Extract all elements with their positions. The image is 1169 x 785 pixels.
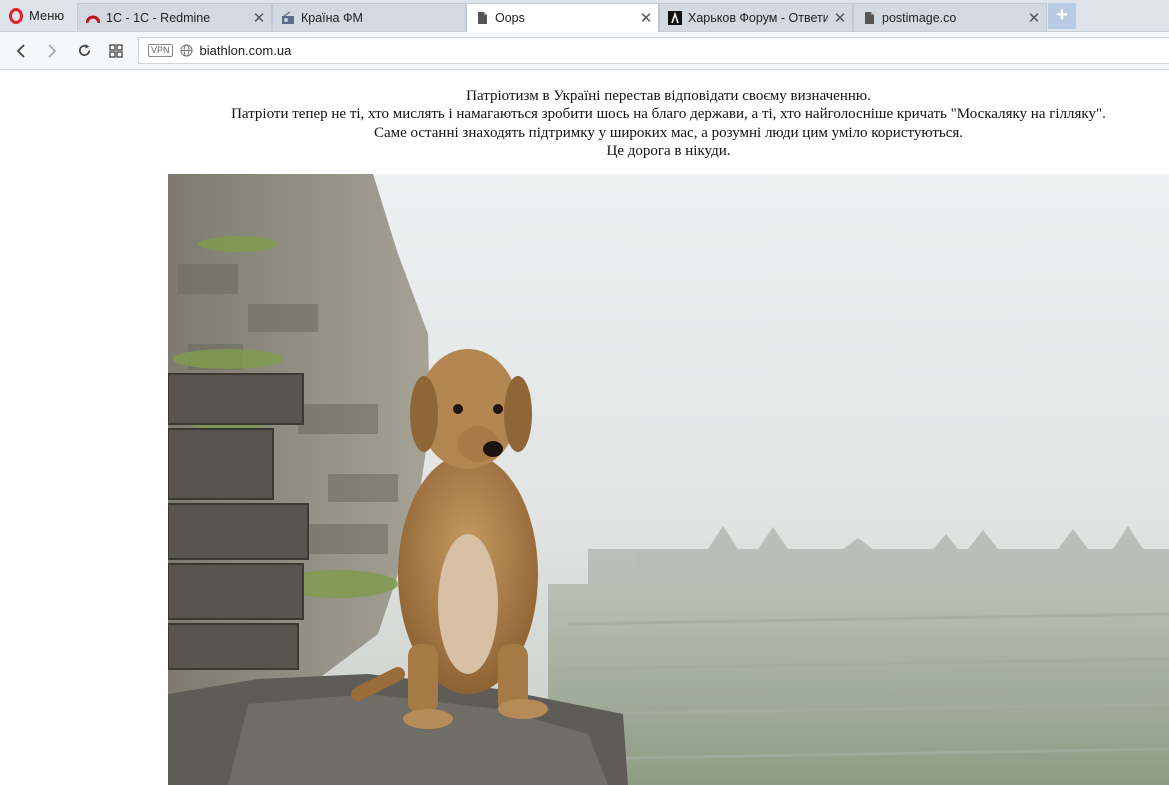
opera-logo-icon <box>9 7 23 24</box>
new-tab-button[interactable]: + <box>1048 3 1076 29</box>
dog-photo <box>168 174 1169 785</box>
menu-label: Меню <box>29 8 65 23</box>
tab-oops[interactable]: Oops ✕ <box>466 3 659 32</box>
tab-title: Харьков Форум - Ответит <box>688 10 828 25</box>
close-icon[interactable]: ✕ <box>828 9 852 27</box>
message-text: Патріотизм в Україні перестав відповідат… <box>168 87 1169 160</box>
forward-button[interactable] <box>37 32 67 69</box>
back-button[interactable] <box>6 32 36 69</box>
tab-title: postimage.co <box>882 10 957 25</box>
radio-icon <box>282 11 294 24</box>
close-icon[interactable]: ✕ <box>1022 9 1046 27</box>
dog-photo-illustration <box>168 174 1169 785</box>
tab-kraina-fm[interactable]: Країна ФМ <box>272 3 466 31</box>
vpn-badge[interactable]: VPN <box>148 44 173 57</box>
speed-dial-button[interactable] <box>101 32 131 69</box>
message-line: Саме останні знаходять підтримку у широк… <box>373 124 964 141</box>
page-icon <box>478 12 487 24</box>
message-line: Це дорога в нікуди. <box>606 142 731 159</box>
globe-icon[interactable] <box>179 44 193 57</box>
grid-icon <box>109 43 123 58</box>
reload-button[interactable] <box>69 32 99 69</box>
page-icon <box>865 11 874 24</box>
url-text[interactable]: biathlon.com.ua <box>200 43 292 58</box>
tab-title: 1С - 1С - Redmine <box>106 10 211 25</box>
tab-kharkov-forum[interactable]: Харьков Форум - Ответит ✕ <box>659 3 853 31</box>
tab-title: Країна ФМ <box>301 10 363 25</box>
chevron-right-icon <box>48 43 57 58</box>
opera-menu-button[interactable]: Меню <box>0 0 76 31</box>
redmine-icon <box>86 15 100 23</box>
close-icon[interactable]: ✕ <box>634 9 658 27</box>
tab-bar: Меню 1С - 1С - Redmine ✕ Країна ФМ Oops … <box>0 0 1169 32</box>
forum-icon <box>668 10 682 25</box>
page-content: Патріотизм в Україні перестав відповідат… <box>0 70 1169 785</box>
chevron-left-icon <box>16 43 25 58</box>
address-bar[interactable]: VPN biathlon.com.ua <box>138 37 1169 64</box>
tab-redmine[interactable]: 1С - 1С - Redmine ✕ <box>77 3 272 31</box>
tab-postimage[interactable]: postimage.co ✕ <box>853 3 1047 31</box>
reload-icon <box>78 43 90 57</box>
tab-title: Oops <box>495 11 525 25</box>
message-line: Патріотизм в Україні перестав відповідат… <box>466 88 871 104</box>
message-line: Патріоти тепер не ті, хто мислять і нама… <box>231 106 1106 123</box>
navigation-bar: VPN biathlon.com.ua <box>0 32 1169 70</box>
close-icon[interactable]: ✕ <box>247 9 271 27</box>
